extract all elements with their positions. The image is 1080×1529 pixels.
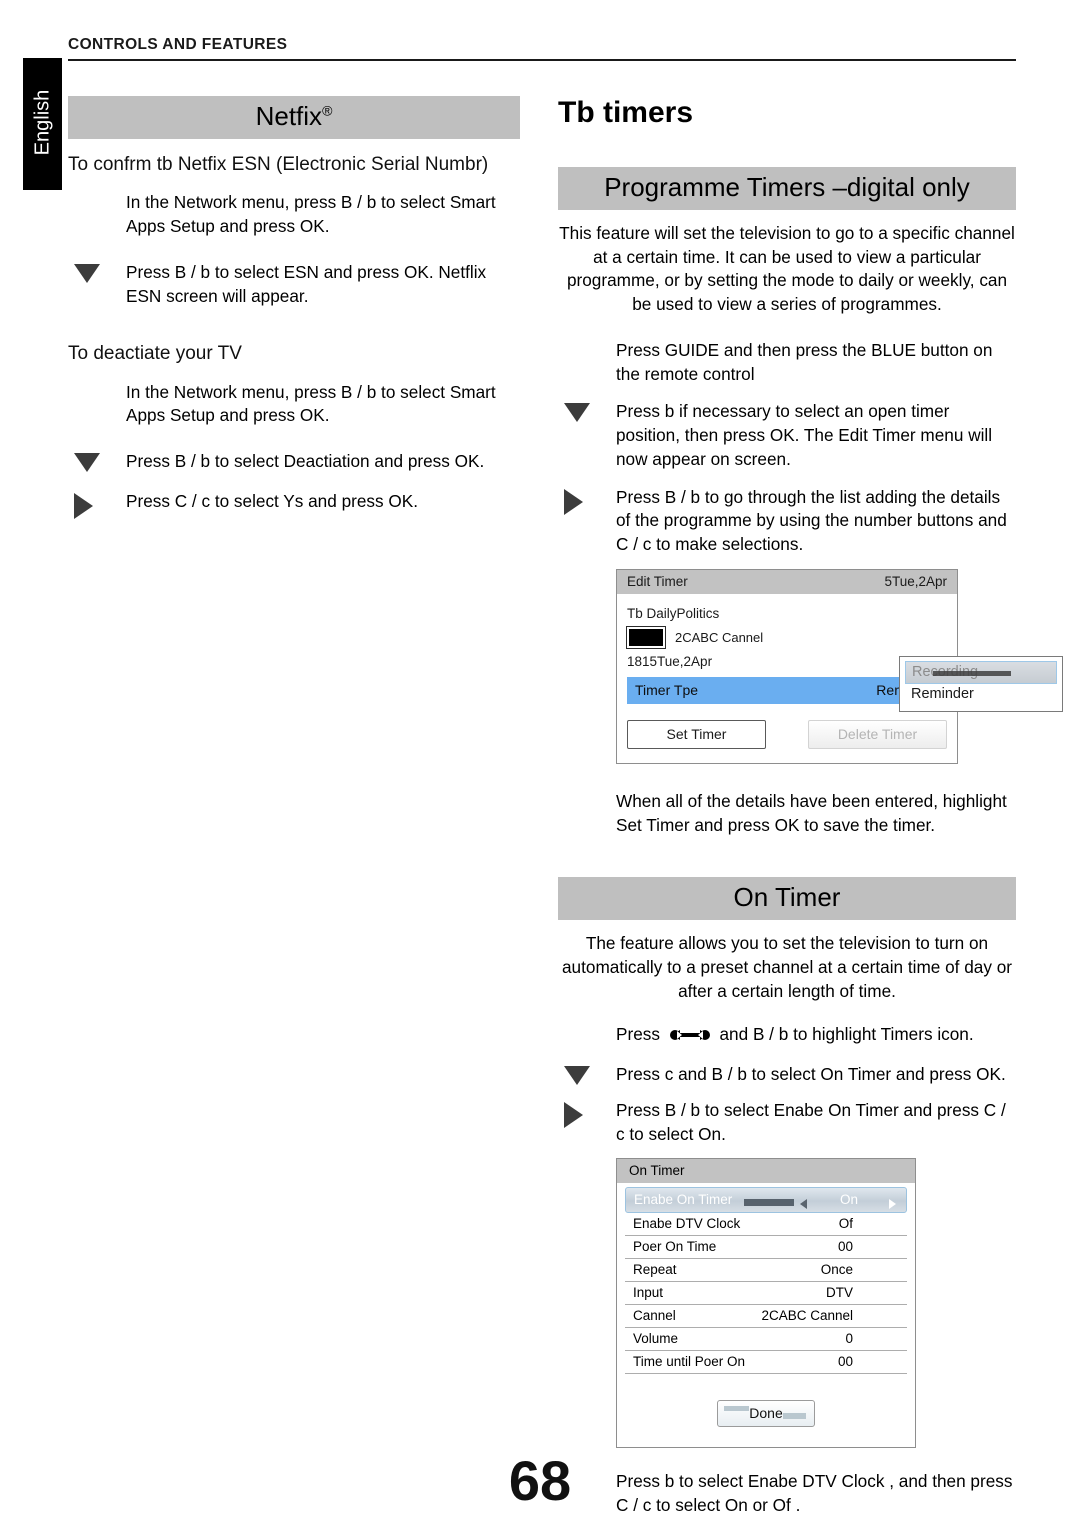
page-title: Tb timers: [558, 96, 694, 129]
timer-type-dropdown[interactable]: Recording Reminder: [899, 655, 1063, 712]
on-timer-row-enable-dtv-clock[interactable]: Enabe DTV Clock Of: [625, 1213, 907, 1237]
step-item: In the Network menu, press B / b to sele…: [68, 381, 520, 428]
triangle-right-icon: [74, 492, 93, 519]
right-column: Tb timers Programme Timers –digital only…: [558, 96, 1063, 1518]
step-text: Press B / b to go through the list addin…: [616, 486, 1007, 555]
on-timer-row-power-on-time[interactable]: Poer On Time 00: [625, 1236, 907, 1260]
on-timer-row-repeat[interactable]: Repeat Once: [625, 1259, 907, 1283]
edit-timer-title: Edit Timer: [627, 573, 688, 589]
set-timer-button[interactable]: Set Timer: [627, 719, 766, 749]
on-timer-banner: On Timer: [558, 877, 1016, 921]
step-text-after-icon: and B / b to highlight Timers icon.: [714, 1024, 974, 1045]
language-tab-label: English: [31, 89, 53, 156]
row-value: 00: [837, 1239, 853, 1255]
language-tab: English: [23, 58, 62, 190]
wrench-icon: [668, 1026, 712, 1051]
step-item: Press B / b to select ESN and press OK. …: [68, 261, 520, 308]
step-item: Press B / b to select Enabe On Timer and…: [558, 1099, 1016, 1146]
triangle-down-icon: [74, 263, 100, 283]
triangle-right-icon: [564, 1101, 583, 1128]
programme-timers-intro: This feature will set the television to …: [559, 223, 1015, 315]
done-button[interactable]: Done: [717, 1400, 815, 1428]
step-text: In the Network menu, press B / b to sele…: [126, 381, 496, 426]
timer-type-label: Timer Tpe: [635, 681, 699, 698]
arrow-left-icon[interactable]: [799, 1198, 807, 1209]
row-label: Enabe DTV Clock: [633, 1216, 741, 1232]
on-timer-row-input[interactable]: Input DTV: [625, 1282, 907, 1306]
step-item: In the Network menu, press B / b to sele…: [68, 191, 520, 238]
step-text: Press c and B / b to select On Timer and…: [616, 1064, 1006, 1085]
paragraph-after-edit-timer: When all of the details have been entere…: [558, 790, 1016, 837]
row-label: Cannel: [633, 1308, 676, 1324]
step-text: Press B / b to select Enabe On Timer and…: [616, 1099, 1006, 1144]
row-label: Volume: [633, 1331, 679, 1347]
step-text: When all of the details have been entere…: [616, 790, 1007, 835]
edit-timer-programme: Tb DailyPolitics: [627, 605, 720, 621]
step-item: Press c and B / b to select On Timer and…: [558, 1063, 1016, 1087]
header-rule: [68, 59, 1016, 61]
row-label: Enabe On Timer: [634, 1192, 733, 1208]
delete-timer-button[interactable]: Delete Timer: [808, 719, 947, 749]
edit-timer-channel-row: 2CABC Cannel: [626, 625, 947, 649]
edit-timer-screenshot: Edit Timer 5Tue,2Apr Tb DailyPolitics 2C…: [616, 568, 1063, 764]
dropdown-option-recording[interactable]: Recording: [905, 660, 1057, 684]
row-label: Time until Poer On: [633, 1354, 746, 1370]
edit-timer-buttons: Set Timer Delete Timer: [627, 719, 947, 753]
running-head: CONTROLS AND FEATURES: [68, 36, 288, 53]
channel-logo-icon: [626, 625, 666, 649]
edit-timer-datetime: 5Tue,2Apr: [884, 573, 947, 589]
step-item: Press C / c to select Ys and press OK.: [68, 490, 520, 519]
step-item: Press and B / b to highlight Timers icon…: [558, 1023, 1016, 1051]
on-timer-rows: Enabe On Timer On Enabe DTV Clock Of Poe…: [617, 1183, 915, 1447]
row-label: Repeat: [633, 1262, 677, 1278]
done-button-wrap: Done: [625, 1400, 907, 1439]
on-timer-screenshot: On Timer Enabe On Timer On Enabe DTV Clo…: [616, 1158, 916, 1449]
triangle-down-icon: [564, 1066, 590, 1086]
row-value: Once: [820, 1262, 853, 1278]
step-text: Press B / b to select Deactiation and pr…: [126, 451, 485, 472]
row-value: 0: [845, 1331, 853, 1347]
netflix-banner: Netfix®: [68, 96, 520, 139]
step-text: Press GUIDE and then press the BLUE butt…: [616, 339, 993, 384]
triangle-down-icon: [74, 453, 100, 473]
page-number: 68: [508, 1449, 572, 1512]
triangle-down-icon: [564, 403, 590, 423]
step-text-before-icon: Press: [616, 1024, 665, 1045]
row-value: Of: [838, 1216, 853, 1232]
step-item: Press B / b to go through the list addin…: [558, 486, 1016, 557]
step-text: Press B / b to select ESN and press OK. …: [126, 261, 487, 306]
on-timer-menu-title: On Timer: [617, 1159, 915, 1184]
on-timer-row-channel[interactable]: Cannel 2CABC Cannel: [625, 1305, 907, 1329]
subhead-confirm-esn: To confrm tb Netfix ESN (Electronic Seri…: [68, 154, 489, 175]
on-timer-intro: The feature allows you to set the televi…: [562, 933, 1012, 1001]
on-timer-row-time-until-power-on[interactable]: Time until Poer On 00: [625, 1351, 907, 1375]
step-item: Press b if necessary to select an open t…: [558, 400, 1016, 471]
step-text: Press b if necessary to select an open t…: [616, 401, 993, 469]
netflix-banner-label: Netfix: [255, 101, 323, 131]
left-column: Netfix® To confrm tb Netfix ESN (Electro…: [68, 96, 520, 519]
step-text: In the Network menu, press B / b to sele…: [126, 192, 496, 237]
triangle-right-icon: [564, 488, 583, 515]
subhead-deactivate-tv: To deactiate your TV: [68, 343, 242, 365]
row-value: DTV: [826, 1285, 853, 1301]
registered-mark-icon: ®: [322, 102, 333, 119]
step-item: Press GUIDE and then press the BLUE butt…: [558, 339, 1016, 386]
step-text: Press C / c to select Ys and press OK.: [126, 490, 418, 511]
row-label: Poer On Time: [633, 1239, 717, 1255]
on-timer-row-volume[interactable]: Volume 0: [625, 1328, 907, 1352]
step-item: Press B / b to select Deactiation and pr…: [68, 450, 520, 474]
row-label: Input: [633, 1285, 664, 1301]
dropdown-option-reminder[interactable]: Reminder: [905, 684, 1057, 705]
row-value: 2CABC Cannel: [761, 1308, 853, 1324]
row-value: 00: [837, 1354, 853, 1370]
on-timer-row-enable-on-timer[interactable]: Enabe On Timer On: [625, 1187, 907, 1214]
programme-timers-banner: Programme Timers –digital only: [558, 167, 1016, 210]
edit-timer-titlebar: Edit Timer 5Tue,2Apr: [617, 569, 957, 594]
edit-timer-channel: 2CABC Cannel: [675, 629, 764, 645]
arrow-right-icon[interactable]: [889, 1198, 896, 1209]
